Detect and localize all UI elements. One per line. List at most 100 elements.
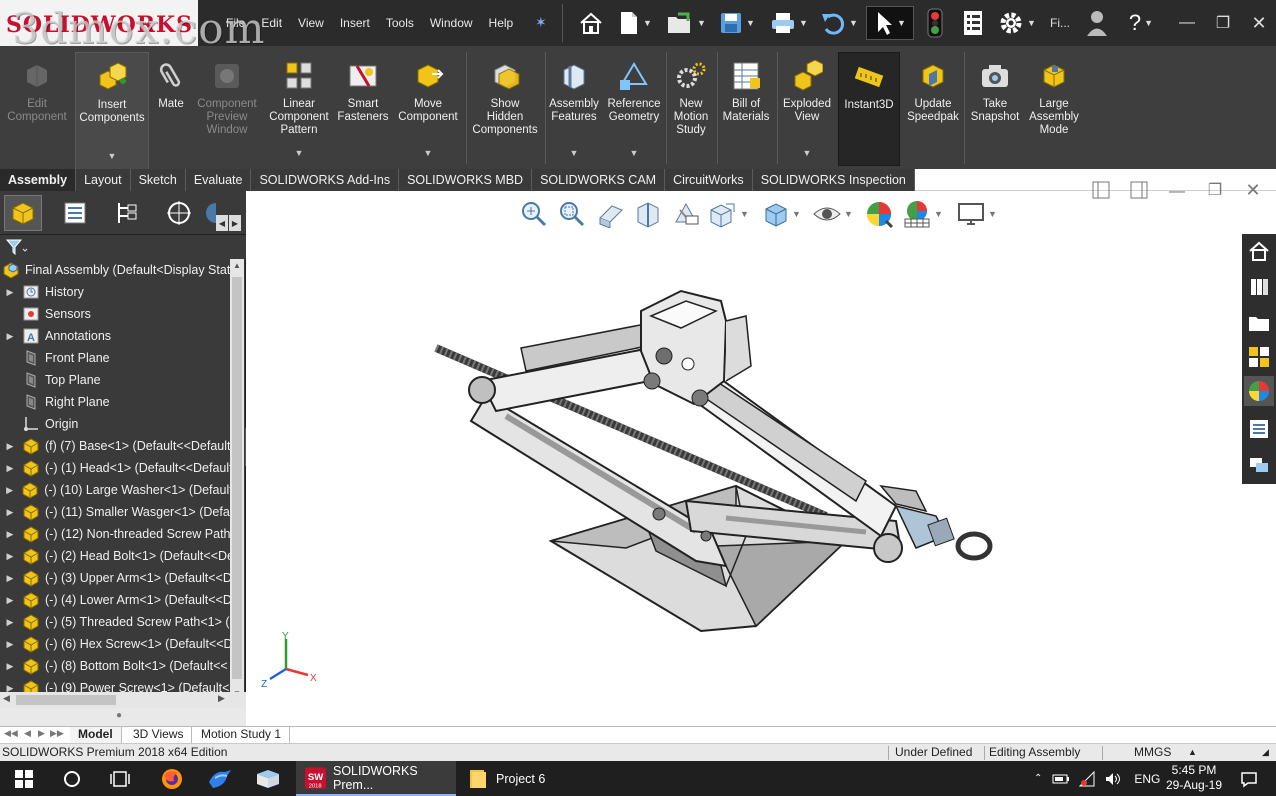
menu-insert[interactable]: Insert (340, 16, 370, 30)
open-document-icon[interactable]: ▼ (662, 6, 710, 40)
expand-arrow-icon[interactable]: ▶ (4, 507, 16, 518)
feature-tree-tab-icon[interactable] (4, 195, 42, 231)
scroll-thumb[interactable] (232, 277, 242, 679)
bolt[interactable] (652, 507, 666, 521)
hscroll-thumb[interactable] (16, 695, 116, 705)
solidworks-logo[interactable]: SOLIDWORKS (0, 0, 198, 46)
tree-item[interactable]: ▶ (-) (3) Upper Arm<1> (Default<<D (0, 567, 230, 589)
insert-components-button[interactable]: Insert Components ▼ (75, 52, 149, 170)
cortana-search-icon[interactable] (48, 761, 96, 796)
tree-item[interactable]: ▶ (-) (6) Hex Screw<1> (Default<<De (0, 633, 230, 655)
take-snapshot-button[interactable]: Take Snapshot (966, 52, 1024, 166)
print-icon[interactable]: ▼ (766, 6, 812, 40)
chevron-down-icon[interactable]: ▼ (570, 147, 579, 160)
section-view-icon[interactable] (634, 199, 662, 229)
tree-item[interactable]: ▶ (-) (8) Bottom Bolt<1> (Default<< (0, 655, 230, 677)
exploded-view-button[interactable]: Exploded View ▼ (778, 52, 836, 166)
scroll-up-icon[interactable]: ▲ (230, 259, 244, 273)
tree-item[interactable]: ▶ (-) (2) Head Bolt<1> (Default<<De (0, 545, 230, 567)
clock[interactable]: 5:45 PM 29-Aug-19 (1160, 763, 1228, 793)
tab-nav-last-icon[interactable]: ▶▶ (50, 728, 64, 739)
tab-model[interactable]: Model (70, 727, 122, 744)
view-orientation-icon[interactable]: ▼ (708, 199, 749, 229)
tab-3d-views[interactable]: 3D Views (125, 727, 193, 744)
tree-item[interactable]: ▶ (-) (12) Non-threaded Screw Path< (0, 523, 230, 545)
new-motion-study-button[interactable]: New Motion Study (668, 52, 714, 166)
smart-fasteners-button[interactable]: Smart Fasteners (336, 52, 390, 166)
chevron-down-icon[interactable]: ▼ (803, 147, 812, 160)
bolt[interactable] (873, 533, 903, 563)
move-component-button[interactable]: Move Component ▼ (396, 52, 460, 166)
reference-geometry-button[interactable]: Reference Geometry ▼ (604, 52, 664, 166)
instant3d-button[interactable]: Instant3D (838, 52, 900, 166)
tree-item[interactable]: Origin (0, 413, 230, 435)
chevron-down-icon[interactable]: ▼ (295, 147, 304, 160)
close-icon[interactable]: ✕ (1246, 10, 1272, 36)
tree-item[interactable]: ▶ (-) (10) Large Washer<1> (Default< (0, 479, 230, 501)
tabs-scroll-left-icon[interactable]: ◀ (216, 215, 228, 231)
tree-item[interactable]: Sensors (0, 303, 230, 325)
view-palette-icon[interactable] (1244, 342, 1274, 372)
task-view-icon[interactable] (96, 761, 144, 796)
tab-circuitworks[interactable]: CircuitWorks (665, 169, 753, 191)
language-indicator[interactable]: ENG (1134, 772, 1160, 786)
pin-icon[interactable]: ✶ (535, 14, 547, 31)
network-icon[interactable] (1078, 770, 1096, 787)
display-manager-tab-icon[interactable] (204, 195, 216, 231)
options-gear-icon[interactable]: ▼ (994, 6, 1040, 40)
custom-properties-icon[interactable] (1244, 414, 1274, 444)
tab-nav-first-icon[interactable]: ◀◀ (4, 728, 18, 739)
bolt[interactable] (691, 389, 709, 407)
menu-help[interactable]: Help (489, 16, 514, 30)
tray-overflow-icon[interactable]: ⌃ (1034, 773, 1042, 784)
dynamic-annotation-icon[interactable] (672, 199, 702, 229)
expand-arrow-icon[interactable]: ▶ (4, 463, 16, 474)
tab-nav-prev-icon[interactable]: ◀ (24, 728, 31, 739)
scissor-jack-model[interactable] (426, 286, 1006, 636)
mate-button[interactable]: Mate (152, 52, 190, 166)
dimxpert-tab-icon[interactable] (160, 195, 198, 231)
tree-horizontal-scrollbar[interactable]: ◀ ▶ (0, 692, 246, 708)
expand-arrow-icon[interactable]: ▶ (4, 551, 16, 562)
minimize-icon[interactable]: ― (1174, 10, 1200, 36)
tree-item[interactable]: Right Plane (0, 391, 230, 413)
tab-addins[interactable]: SOLIDWORKS Add-Ins (251, 169, 400, 191)
assembly-features-button[interactable]: Assembly Features ▼ (546, 52, 602, 166)
expand-arrow-icon[interactable]: ▶ (4, 617, 16, 628)
app-bird-icon[interactable] (196, 761, 244, 796)
tree-root[interactable]: Final Assembly (Default<Display State-1>… (0, 259, 230, 281)
restore-icon[interactable]: ❐ (1210, 10, 1236, 36)
show-hidden-button[interactable]: Show Hidden Components (468, 52, 542, 166)
viewport-tile-right-icon[interactable] (1128, 179, 1150, 201)
design-library-icon[interactable] (1244, 272, 1274, 302)
edit-appearance-icon[interactable] (864, 199, 894, 229)
tree-item[interactable]: ▶ (-) (5) Threaded Screw Path<1> (D (0, 611, 230, 633)
tree-item[interactable]: ▶ (-) (11) Smaller Wasger<1> (Defau (0, 501, 230, 523)
menu-view[interactable]: View (298, 16, 324, 30)
zoom-to-area-icon[interactable] (558, 199, 586, 229)
select-arrow-icon[interactable]: ▼ (866, 6, 914, 40)
configuration-manager-tab-icon[interactable] (108, 195, 146, 231)
tree-item[interactable]: ▶ History (0, 281, 230, 303)
tab-inspection[interactable]: SOLIDWORKS Inspection (753, 169, 915, 191)
expand-arrow-icon[interactable]: ▶ (4, 661, 16, 672)
tree-vertical-scrollbar[interactable]: ▲ ▼ (230, 259, 244, 701)
menu-window[interactable]: Window (430, 16, 473, 30)
file-properties-icon[interactable] (956, 6, 990, 40)
rebuild-traffic-light-icon[interactable] (920, 6, 950, 40)
taskbar-solidworks[interactable]: SW 2018 SOLIDWORKS Prem... (296, 761, 456, 796)
menu-file[interactable]: File (226, 16, 245, 30)
scroll-right-icon[interactable]: ▶ (218, 693, 225, 704)
tree-item[interactable]: ▶ (f) (7) Base<1> (Default<<Default> (0, 435, 230, 457)
menu-tools[interactable]: Tools (386, 16, 414, 30)
appearances-scenes-icon[interactable] (1244, 376, 1274, 406)
notifications-icon[interactable] (1234, 761, 1264, 796)
solidworks-resources-icon[interactable] (1244, 236, 1274, 266)
tab-sketch[interactable]: Sketch (131, 169, 186, 191)
bolt[interactable] (643, 372, 661, 390)
tree-item[interactable]: ▶ (-) (4) Lower Arm<1> (Default<<D (0, 589, 230, 611)
previous-view-icon[interactable] (596, 199, 626, 229)
large-assembly-mode-button[interactable]: Large Assembly Mode (1026, 52, 1082, 166)
unit-system[interactable]: MMGS (1134, 745, 1171, 759)
update-speedpak-button[interactable]: Update Speedpak (904, 52, 962, 166)
